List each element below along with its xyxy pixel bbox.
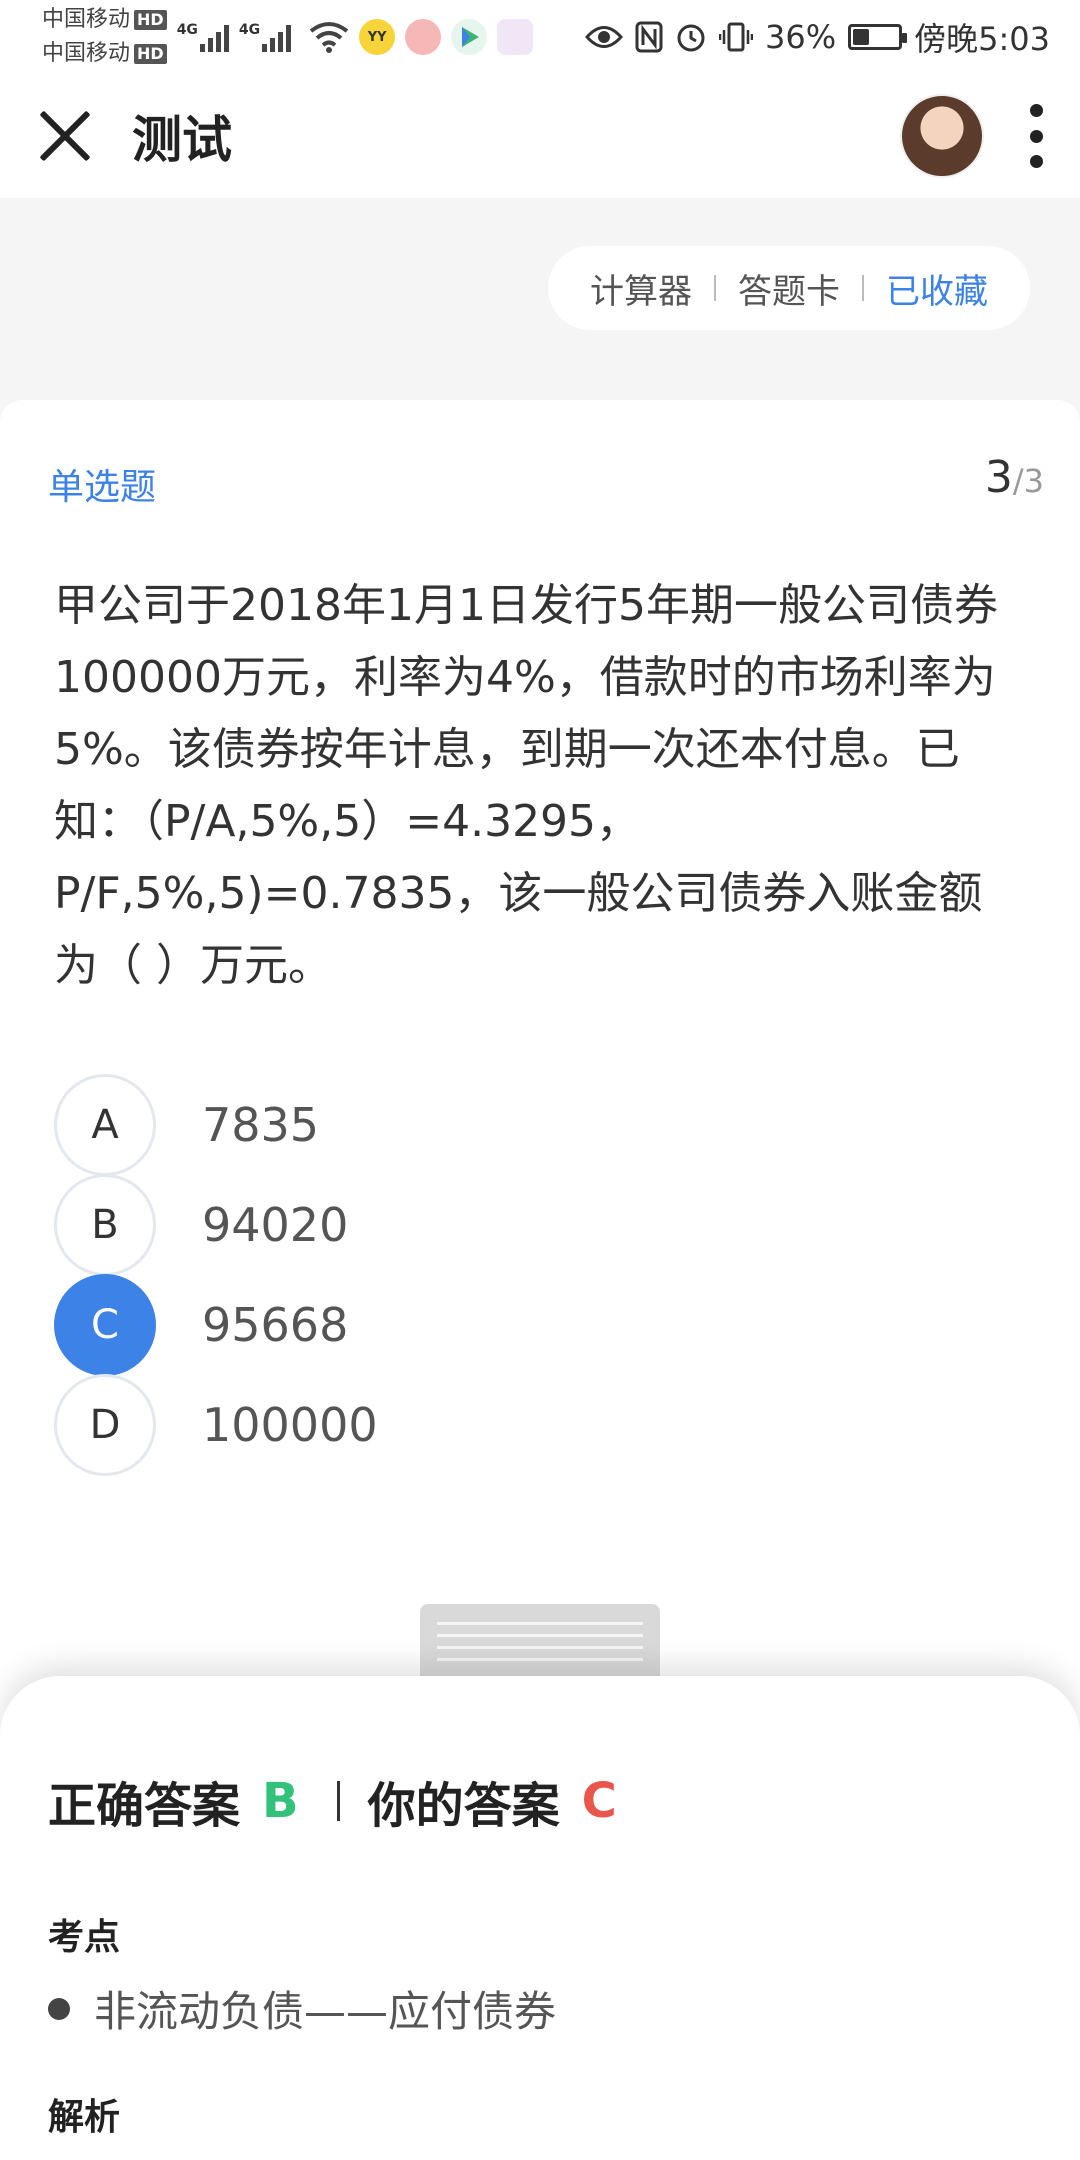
option-value: 94020 bbox=[202, 1198, 349, 1252]
app-screen: 中国移动 HD 中国移动 HD 4G 4G YY 36% 傍晚5:03 测试 计… bbox=[0, 0, 1080, 2160]
question-text: 甲公司于2018年1月1日发行5年期一般公司债券100000万元，利率为4%，借… bbox=[54, 580, 998, 991]
option-letter: D bbox=[54, 1374, 156, 1476]
option-d[interactable]: D 100000 bbox=[54, 1374, 954, 1476]
carrier-2-label: 中国移动 bbox=[42, 41, 131, 66]
option-c[interactable]: C 95668 bbox=[54, 1274, 954, 1376]
knowledge-point-title: 考点 bbox=[48, 1917, 121, 1958]
answer-card-button[interactable]: 答题卡 bbox=[738, 264, 840, 313]
vibrate-icon bbox=[719, 22, 753, 52]
calculator-button[interactable]: 计算器 bbox=[590, 264, 692, 313]
avatar[interactable] bbox=[900, 94, 984, 178]
signal-icon: 4G bbox=[177, 22, 229, 52]
hd-badge: HD bbox=[134, 44, 167, 64]
knowledge-point-text: 非流动负债——应付债券 bbox=[94, 1987, 557, 2036]
nfc-icon bbox=[635, 21, 663, 53]
question-counter: 3/3 bbox=[985, 452, 1044, 503]
answer-panel: 正确答案 B 你的答案 C 考点 非流动负债——应付债券 解析 bbox=[0, 1676, 1080, 2160]
alarm-icon bbox=[677, 24, 705, 52]
battery-icon bbox=[848, 24, 908, 50]
favorite-button[interactable]: 已收藏 bbox=[886, 264, 988, 313]
divider bbox=[336, 1781, 340, 1821]
carrier-info: 中国移动 HD 中国移动 HD bbox=[42, 3, 167, 71]
option-letter: C bbox=[54, 1274, 156, 1376]
status-bar: 中国移动 HD 中国移动 HD 4G 4G YY 36% 傍晚5:03 bbox=[0, 0, 1080, 74]
top-app-bar: 测试 bbox=[0, 74, 1080, 198]
wifi-icon bbox=[309, 22, 349, 53]
divider bbox=[714, 275, 716, 301]
carrier-1-label: 中国移动 bbox=[42, 7, 131, 32]
knowledge-point-item: 非流动负债——应付债券 bbox=[48, 1978, 556, 2039]
option-letter: A bbox=[54, 1074, 156, 1176]
page-title: 测试 bbox=[132, 111, 232, 169]
eye-icon bbox=[585, 26, 623, 48]
signal-icon: 4G bbox=[238, 22, 292, 52]
system-status: 36% 傍晚5:03 bbox=[585, 14, 1050, 60]
more-options-icon[interactable] bbox=[1028, 104, 1044, 168]
option-value: 95668 bbox=[202, 1298, 349, 1352]
question-current: 3 bbox=[984, 452, 1013, 503]
option-b[interactable]: B 94020 bbox=[54, 1174, 954, 1276]
battery-percent: 36% bbox=[765, 18, 837, 56]
option-letter: B bbox=[54, 1174, 156, 1276]
gallery-app-icon bbox=[497, 19, 534, 55]
app-icon bbox=[405, 19, 442, 55]
option-value: 7835 bbox=[202, 1098, 320, 1152]
option-a[interactable]: A 7835 bbox=[54, 1074, 954, 1176]
question-tools: 计算器 答题卡 已收藏 bbox=[548, 246, 1030, 330]
your-answer-label: 你的答案 bbox=[367, 1778, 560, 1834]
notification-icons: YY bbox=[309, 19, 534, 55]
option-value: 100000 bbox=[202, 1398, 378, 1452]
network-type-label: 4G bbox=[238, 22, 261, 38]
clock: 傍晚5:03 bbox=[914, 20, 1050, 58]
network-type-label: 4G bbox=[176, 22, 198, 38]
question-type-label: 单选题 bbox=[48, 467, 157, 508]
question-total: /3 bbox=[1012, 462, 1044, 500]
correct-answer-value: B bbox=[262, 1773, 299, 1829]
video-app-icon bbox=[451, 19, 488, 55]
your-answer-value: C bbox=[581, 1773, 617, 1829]
analysis-title: 解析 bbox=[48, 2097, 121, 2138]
yy-app-icon: YY bbox=[359, 19, 396, 55]
answer-result: 正确答案 B 你的答案 C bbox=[48, 1766, 617, 1836]
correct-answer-label: 正确答案 bbox=[48, 1778, 241, 1834]
hd-badge: HD bbox=[134, 10, 167, 30]
close-icon[interactable] bbox=[36, 107, 94, 165]
bullet-icon bbox=[48, 1997, 70, 2020]
sheet-drag-handle[interactable] bbox=[420, 1604, 660, 1680]
divider bbox=[862, 275, 864, 301]
